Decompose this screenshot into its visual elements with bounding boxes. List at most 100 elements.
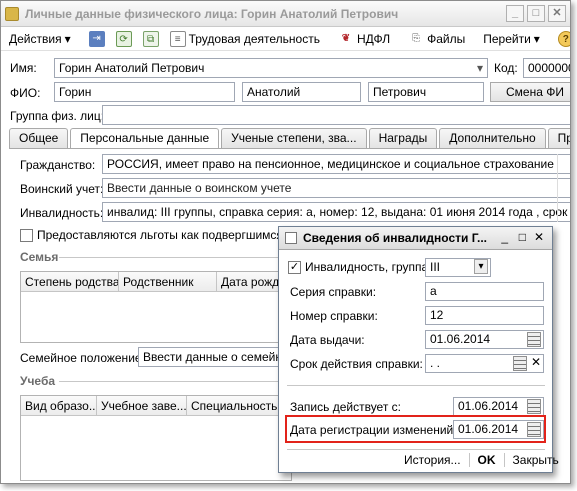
calendar-icon[interactable] bbox=[527, 399, 541, 414]
term-label: Срок действия справки: bbox=[290, 357, 423, 371]
name-label: Имя: bbox=[10, 61, 37, 75]
ok-button[interactable]: OK bbox=[478, 453, 496, 467]
files-button[interactable]: ⎘ Файлы bbox=[404, 29, 469, 49]
close-button[interactable]: ✕ bbox=[548, 5, 566, 22]
code-label: Код: bbox=[494, 61, 518, 75]
ndfl-icon: ❦ bbox=[341, 32, 351, 44]
save-icon: ⇥ bbox=[88, 30, 105, 47]
change-fio-button[interactable]: Смена ФИ bbox=[490, 82, 570, 102]
copy-button[interactable]: ⧉ bbox=[139, 29, 163, 49]
divider bbox=[287, 449, 545, 450]
tab-additional[interactable]: Дополнительно bbox=[439, 128, 546, 148]
group-label: Группа физ. лиц: bbox=[10, 109, 105, 123]
divider bbox=[59, 381, 299, 382]
disability-dialog: Сведения об инвалидности Г... _ □ ✕ ✓ Ин… bbox=[278, 226, 559, 473]
effective-date-field[interactable]: 01.06.2014 bbox=[453, 397, 544, 416]
refresh-button[interactable]: ⟳ bbox=[112, 29, 136, 49]
term-date-field[interactable]: . . ✕ bbox=[425, 354, 544, 373]
paperclip-icon: ⎘ bbox=[412, 32, 421, 44]
tab-bar: Общее Персональные данные Ученые степени… bbox=[9, 128, 570, 149]
group-field[interactable] bbox=[102, 105, 570, 125]
study-table[interactable]: Вид образо... Учебное заве... Специально… bbox=[20, 395, 292, 481]
group-label: Инвалидность, группа: bbox=[305, 260, 432, 274]
actions-menu-button[interactable]: Действия ▾ bbox=[5, 29, 75, 49]
clear-icon[interactable]: ✕ bbox=[531, 355, 541, 369]
family-table[interactable]: Степень родства Родственник Дата рожде bbox=[20, 271, 292, 343]
family-section-title: Семья bbox=[20, 250, 59, 264]
history-button[interactable]: История... bbox=[404, 453, 461, 467]
registration-date-field[interactable]: 01.06.2014 bbox=[453, 420, 544, 439]
marital-label: Семейное положение: bbox=[20, 351, 145, 365]
column-header[interactable]: Учебное заве... bbox=[97, 396, 187, 415]
save-close-button[interactable]: ⇥ bbox=[85, 29, 109, 49]
minimize-icon[interactable]: _ bbox=[501, 230, 508, 244]
benefits-checkbox[interactable] bbox=[20, 228, 33, 242]
issue-date-field[interactable]: 01.06.2014 bbox=[425, 330, 544, 349]
divider bbox=[59, 257, 299, 258]
study-section-title: Учеба bbox=[20, 374, 56, 388]
marital-field[interactable]: Ввести данные о семейном bbox=[138, 347, 288, 367]
tab-general[interactable]: Общее bbox=[9, 128, 69, 148]
title-bar: Личные данные физического лица: Горин Ан… bbox=[1, 1, 570, 27]
series-label: Серия справки: bbox=[290, 285, 377, 299]
window-title: Личные данные физического лица: Горин Ан… bbox=[25, 6, 399, 21]
series-field[interactable]: а bbox=[425, 282, 544, 301]
number-field[interactable]: 12 bbox=[425, 306, 544, 325]
chevron-down-icon[interactable]: ▾ bbox=[474, 259, 488, 274]
calendar-icon[interactable] bbox=[527, 332, 541, 347]
disability-field[interactable]: инвалид: III группы, справка серия: а, н… bbox=[102, 202, 570, 222]
chevron-down-icon: ▾ bbox=[533, 31, 540, 46]
name-field[interactable]: Горин Анатолий Петрович ▾ bbox=[54, 58, 488, 78]
help-button[interactable]: ? bbox=[554, 29, 570, 49]
column-header[interactable]: Специальность bbox=[187, 396, 279, 415]
refresh-icon: ⟳ bbox=[115, 30, 132, 47]
dialog-icon bbox=[285, 232, 297, 244]
column-header[interactable]: Родственник bbox=[119, 272, 217, 291]
benefits-row: Предоставляются льготы как подвергшимся … bbox=[20, 228, 299, 242]
last-name-field[interactable]: Горин bbox=[54, 82, 235, 102]
disability-label: Инвалидность: bbox=[20, 206, 104, 220]
first-name-field[interactable]: Анатолий bbox=[242, 82, 361, 102]
group-row: ✓ Инвалидность, группа: bbox=[288, 260, 432, 274]
ndfl-button[interactable]: ❦ НДФЛ bbox=[334, 29, 394, 49]
dialog-title-bar: Сведения об инвалидности Г... _ □ ✕ bbox=[279, 227, 552, 250]
minimize-button[interactable]: _ bbox=[506, 5, 524, 22]
chevron-down-icon: ▾ bbox=[64, 31, 71, 46]
chevron-down-icon[interactable]: ▾ bbox=[477, 61, 483, 75]
military-field[interactable]: Ввести данные о воинском учете bbox=[102, 178, 570, 198]
document-icon: ≡ bbox=[169, 30, 186, 47]
issue-date-label: Дата выдачи: bbox=[290, 333, 365, 347]
disability-checkbox[interactable]: ✓ bbox=[288, 260, 301, 274]
labor-label: Трудовая деятельность bbox=[188, 31, 320, 46]
tab-more[interactable]: Про bbox=[547, 128, 570, 148]
goto-menu-button[interactable]: Перейти ▾ bbox=[479, 29, 544, 49]
maximize-icon[interactable]: □ bbox=[519, 230, 526, 244]
military-label: Воинский учет: bbox=[20, 182, 104, 196]
number-label: Номер справки: bbox=[290, 309, 378, 323]
tab-awards[interactable]: Награды bbox=[368, 128, 438, 148]
citizenship-label: Гражданство: bbox=[20, 158, 96, 172]
help-icon: ? bbox=[557, 30, 570, 47]
column-header[interactable]: Степень родства bbox=[21, 272, 119, 291]
app-icon bbox=[5, 6, 19, 21]
registration-label: Дата регистрации изменений: bbox=[290, 423, 457, 437]
close-icon[interactable]: ✕ bbox=[534, 230, 544, 244]
citizenship-field[interactable]: РОССИЯ, имеет право на пенсионное, медиц… bbox=[102, 154, 570, 174]
dialog-buttons: История... OK Закрыть bbox=[404, 453, 559, 467]
column-header[interactable]: Вид образо... bbox=[21, 396, 97, 415]
goto-label: Перейти bbox=[483, 31, 531, 46]
close-dialog-button[interactable]: Закрыть bbox=[513, 453, 559, 467]
calendar-icon[interactable] bbox=[513, 356, 527, 371]
code-field[interactable]: 0000000 bbox=[523, 58, 570, 78]
tab-personal[interactable]: Персональные данные bbox=[70, 128, 220, 149]
calendar-icon[interactable] bbox=[527, 422, 541, 437]
files-label: Файлы bbox=[427, 31, 466, 46]
maximize-button[interactable]: □ bbox=[527, 5, 545, 22]
tab-degrees[interactable]: Ученые степени, зва... bbox=[221, 128, 367, 148]
labor-button[interactable]: ≡ Трудовая деятельность bbox=[166, 29, 324, 49]
scrollbar[interactable] bbox=[557, 154, 570, 222]
group-select[interactable]: III ▾ bbox=[425, 258, 491, 277]
middle-name-field[interactable]: Петрович bbox=[368, 82, 484, 102]
dialog-title: Сведения об инвалидности Г... bbox=[303, 231, 488, 245]
copy-icon: ⧉ bbox=[142, 30, 159, 47]
